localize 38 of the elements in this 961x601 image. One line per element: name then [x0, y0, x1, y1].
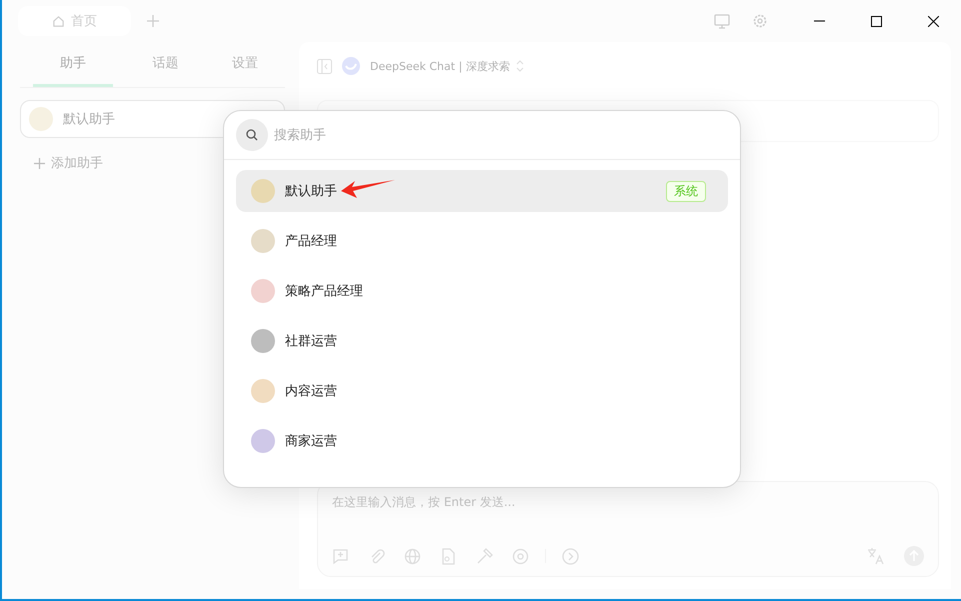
monitor-icon[interactable] — [714, 14, 730, 28]
assistant-name: 产品经理 — [285, 233, 337, 250]
input-placeholder: 在这里输入消息，按 Enter 发送... — [332, 494, 516, 511]
model-selector[interactable]: DeepSeek Chat | 深度求索 — [370, 58, 510, 74]
assistant-name: 社群运营 — [285, 333, 337, 350]
translate-icon[interactable] — [867, 547, 885, 565]
arrow-annotation-icon — [341, 179, 395, 199]
assistant-name: 商家运营 — [285, 433, 337, 450]
assistant-option[interactable]: 产品经理 — [236, 220, 728, 262]
system-tag: 系统 — [666, 180, 706, 202]
sidebar-toggle-icon[interactable] — [317, 58, 332, 74]
hammer-icon[interactable] — [476, 548, 493, 564]
settings-icon[interactable] — [752, 13, 768, 29]
assistant-name: 内容运营 — [285, 383, 337, 400]
assistant-name: 默认助手 — [285, 183, 337, 200]
minimize-icon[interactable] — [814, 20, 825, 22]
message-input[interactable]: 在这里输入消息，按 Enter 发送... — [317, 481, 939, 577]
plus-icon — [34, 158, 45, 168]
assistant-name: 策略产品经理 — [285, 283, 363, 300]
assistant-name: 默认助手 — [63, 111, 115, 128]
file-search-icon[interactable] — [440, 548, 457, 564]
maximize-icon[interactable] — [871, 16, 882, 26]
chevron-circle-icon[interactable] — [562, 548, 579, 564]
search-icon[interactable] — [236, 119, 268, 151]
assistant-option[interactable]: 策略产品经理 — [236, 270, 728, 312]
chevron-updown-icon[interactable] — [516, 60, 524, 72]
close-icon[interactable] — [928, 16, 939, 26]
assistant-option[interactable]: 默认助手 系统 — [236, 170, 728, 212]
assistant-option[interactable]: 内容运营 — [236, 370, 728, 412]
sidebar-tab[interactable]: 话题 — [126, 42, 206, 87]
plus-icon[interactable] — [147, 15, 159, 27]
assistant-option[interactable]: 商家运营 — [236, 420, 728, 462]
assistant-option[interactable]: 社群运营 — [236, 320, 728, 362]
home-icon — [52, 14, 65, 28]
sidebar-tab[interactable]: 助手 — [33, 42, 113, 87]
new-topic-icon[interactable] — [332, 548, 349, 564]
sidebar-tab[interactable]: 设置 — [205, 42, 286, 87]
globe-icon[interactable] — [404, 548, 421, 564]
